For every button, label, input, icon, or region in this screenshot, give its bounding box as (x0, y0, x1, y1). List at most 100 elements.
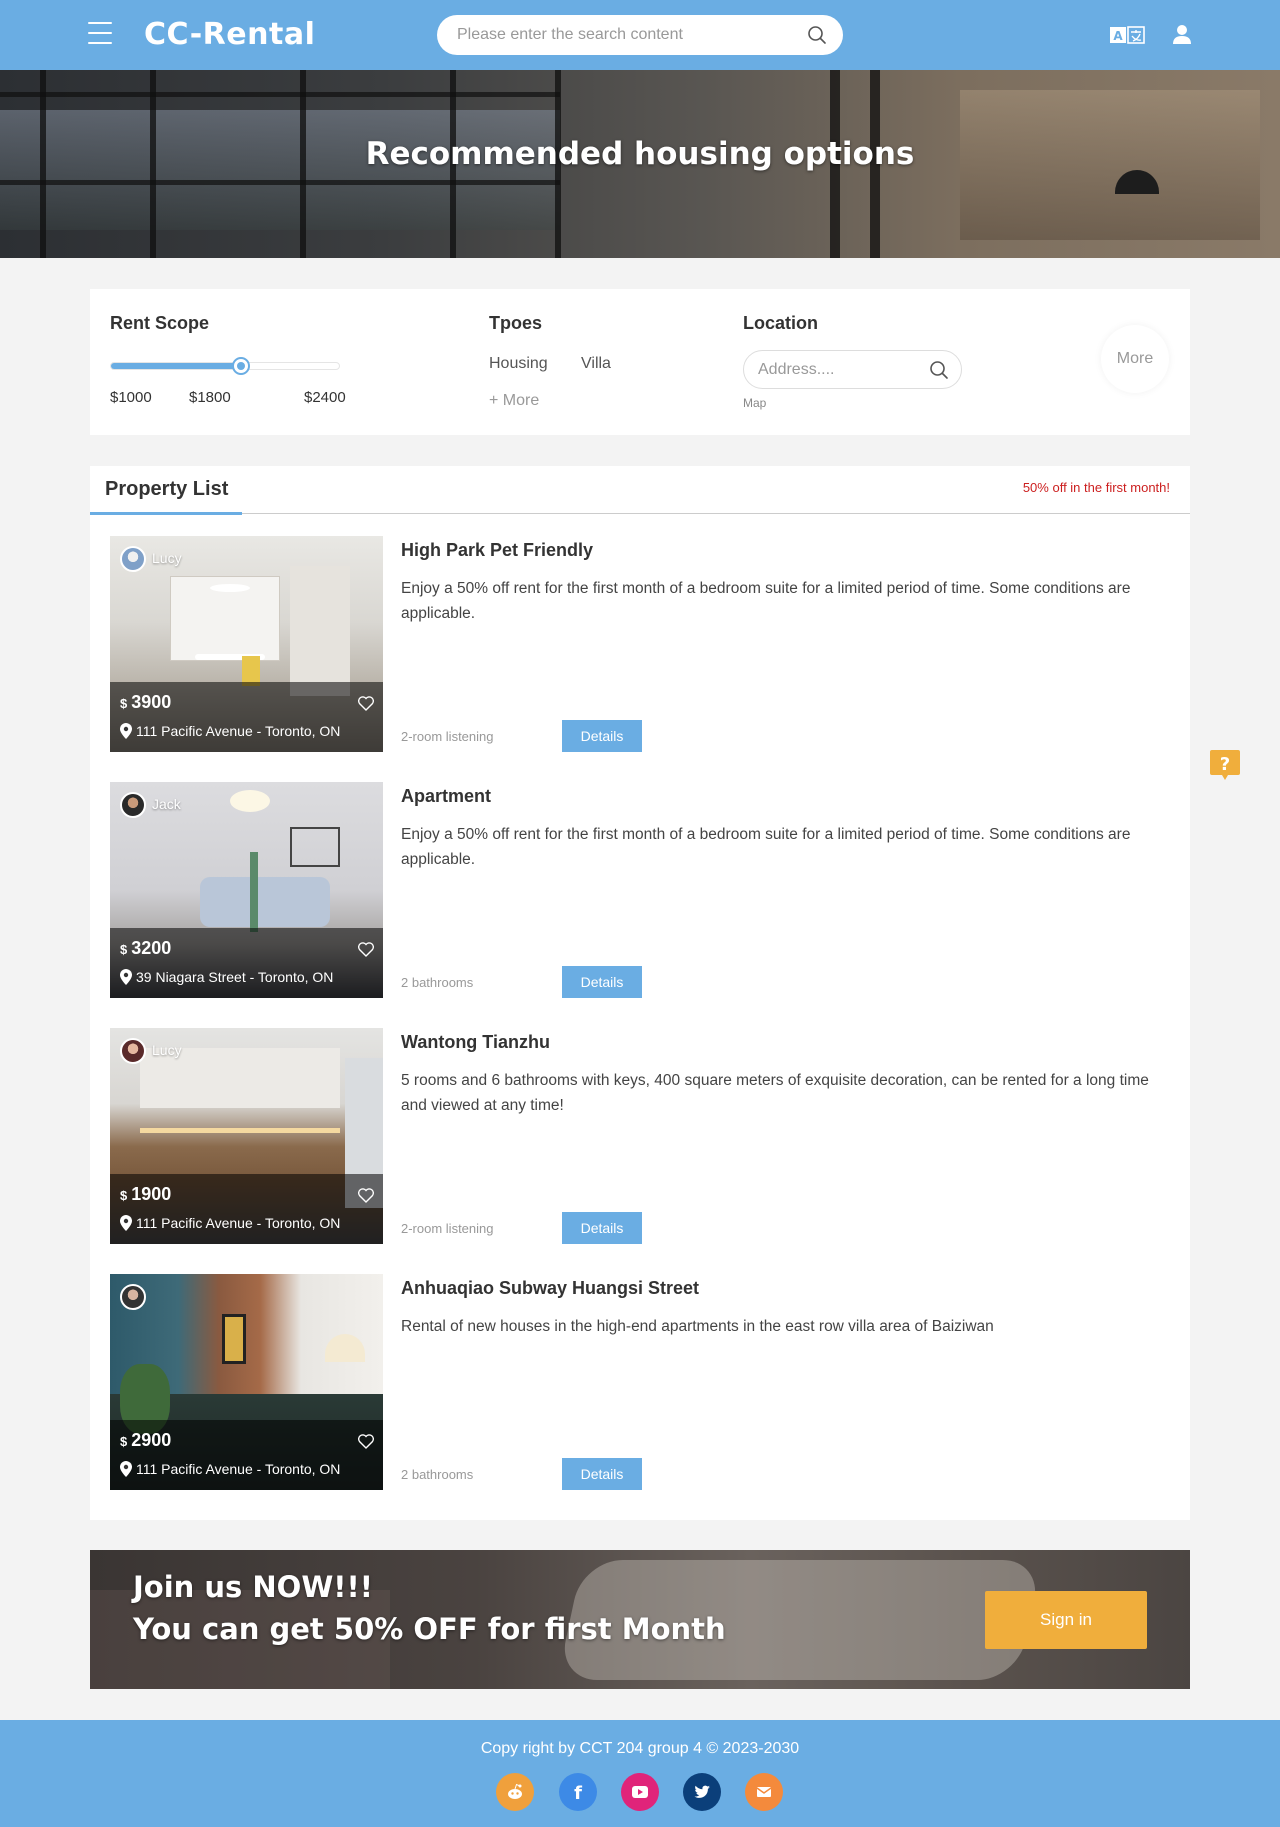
active-tab-indicator (90, 512, 242, 515)
address-search-box (743, 350, 962, 389)
hero-title: Recommended housing options (365, 136, 915, 172)
filter-panel: Rent Scope $1000 $1800 $2400 Tpoes Housi… (90, 289, 1190, 435)
join-promo-banner: Join us NOW!!! You can get 50% OFF for f… (90, 1550, 1190, 1689)
map-link[interactable]: Map (743, 396, 766, 410)
heart-icon[interactable] (357, 694, 375, 712)
property-photo[interactable]: Lucy $1900 111 Pacific Avenue - Toronto,… (110, 1028, 383, 1244)
search-icon[interactable] (929, 360, 949, 380)
currency-symbol: $ (120, 942, 128, 957)
price-overlay: $1900 111 Pacific Avenue - Toronto, ON (110, 1174, 383, 1244)
details-button[interactable]: Details (562, 1212, 642, 1244)
agent-avatar (120, 1284, 146, 1310)
address-input[interactable] (758, 351, 918, 388)
types-title: Tpoes (489, 313, 543, 333)
agent-name: Lucy (152, 550, 182, 566)
rent-range-slider[interactable] (110, 357, 340, 375)
property-tag: 2-room listening (401, 1221, 494, 1236)
translate-icon[interactable]: A (1109, 24, 1145, 46)
property-address: 111 Pacific Avenue - Toronto, ON (120, 1461, 340, 1477)
heart-icon[interactable] (357, 1432, 375, 1450)
property-tag: 2 bathrooms (401, 1467, 474, 1482)
heart-icon[interactable] (357, 940, 375, 958)
location-pin-icon (120, 723, 132, 739)
property-photo[interactable]: Lucy $3900 111 Pacific Avenue - Toronto,… (110, 536, 383, 752)
agent-avatar (120, 546, 146, 572)
property-description: Enjoy a 50% off rent for the first month… (401, 826, 1131, 868)
facebook-icon[interactable]: f (559, 1773, 597, 1811)
price-overlay: $3900 111 Pacific Avenue - Toronto, ON (110, 682, 383, 752)
address-text: 111 Pacific Avenue - Toronto, ON (136, 1461, 341, 1477)
help-question-icon[interactable]: ? (1209, 749, 1241, 781)
promo-text: 50% off in the first month! (1022, 480, 1170, 495)
property-card: Lucy $1900 111 Pacific Avenue - Toronto,… (110, 1028, 1170, 1244)
top-nav-bar: CC-Rental A (0, 0, 1280, 70)
location-pin-icon (120, 1461, 132, 1477)
svg-text:?: ? (1220, 754, 1230, 775)
property-description: Enjoy a 50% off rent for the first month… (401, 580, 1131, 622)
reddit-icon[interactable] (496, 1773, 534, 1811)
property-photo[interactable]: Jack $3200 39 Niagara Street - Toronto, … (110, 782, 383, 998)
property-card: Lucy $3900 111 Pacific Avenue - Toronto,… (110, 536, 1170, 752)
rent-scope-title: Rent Scope (110, 313, 210, 333)
property-card: $2900 111 Pacific Avenue - Toronto, ON A… (110, 1274, 1170, 1490)
brand-logo[interactable]: CC-Rental (144, 17, 315, 52)
property-price: $2900 (120, 1430, 171, 1451)
hamburger-menu-icon[interactable] (88, 22, 112, 46)
currency-symbol: $ (120, 1434, 128, 1449)
types-more-link[interactable]: + More (489, 392, 539, 410)
property-tag: 2-room listening (401, 729, 494, 744)
sign-in-button[interactable]: Sign in (985, 1591, 1147, 1649)
search-input[interactable] (457, 15, 787, 55)
property-list-title: Property List (105, 478, 229, 500)
divider (90, 513, 1190, 514)
property-price: $3200 (120, 938, 171, 959)
location-pin-icon (120, 1215, 132, 1231)
rent-tick-label: $1800 (189, 389, 231, 406)
price-value: 3200 (131, 938, 172, 958)
agent-avatar (120, 1038, 146, 1064)
details-button[interactable]: Details (562, 720, 642, 752)
agent-name: Jack (152, 796, 181, 812)
svg-text:f: f (574, 1783, 582, 1802)
hero-banner: Recommended housing options (0, 70, 1280, 258)
svg-text:A: A (1113, 29, 1123, 43)
details-button[interactable]: Details (562, 1458, 642, 1490)
property-address: 111 Pacific Avenue - Toronto, ON (120, 723, 340, 739)
search-icon[interactable] (807, 25, 827, 45)
currency-symbol: $ (120, 696, 128, 711)
price-overlay: $3200 39 Niagara Street - Toronto, ON (110, 928, 383, 998)
property-title[interactable]: Wantong Tianzhu (401, 1032, 550, 1053)
type-option-villa[interactable]: Villa (581, 355, 611, 373)
location-pin-icon (120, 969, 132, 985)
property-tag: 2 bathrooms (401, 975, 474, 990)
copyright-text: Copy right by CCT 204 group 4 © 2023-203… (480, 1740, 800, 1757)
hero-window-frame (0, 180, 560, 185)
youtube-icon[interactable] (621, 1773, 659, 1811)
rent-tick-label: $2400 (304, 389, 346, 406)
rent-tick-label: $1000 (110, 389, 152, 406)
property-price: $1900 (120, 1184, 171, 1205)
property-photo[interactable]: $2900 111 Pacific Avenue - Toronto, ON (110, 1274, 383, 1490)
hero-window-frame (0, 92, 560, 97)
price-overlay: $2900 111 Pacific Avenue - Toronto, ON (110, 1420, 383, 1490)
rent-slider-handle[interactable] (232, 357, 250, 375)
price-value: 1900 (131, 1184, 172, 1204)
type-option-housing[interactable]: Housing (489, 355, 548, 373)
more-filters-button[interactable]: More (1101, 325, 1169, 393)
address-text: 39 Niagara Street - Toronto, ON (136, 969, 334, 985)
property-card: Jack $3200 39 Niagara Street - Toronto, … (110, 782, 1170, 998)
property-title[interactable]: Apartment (401, 786, 491, 807)
rent-slider-fill (111, 363, 241, 369)
property-title[interactable]: High Park Pet Friendly (401, 540, 593, 561)
search-box (437, 15, 843, 55)
user-account-icon[interactable] (1170, 22, 1194, 46)
twitter-icon[interactable] (683, 1773, 721, 1811)
email-icon[interactable] (745, 1773, 783, 1811)
property-price: $3900 (120, 692, 171, 713)
property-address: 111 Pacific Avenue - Toronto, ON (120, 1215, 340, 1231)
property-title[interactable]: Anhuaqiao Subway Huangsi Street (401, 1278, 699, 1299)
address-text: 111 Pacific Avenue - Toronto, ON (136, 723, 341, 739)
heart-icon[interactable] (357, 1186, 375, 1204)
agent-name: Lucy (152, 1042, 182, 1058)
details-button[interactable]: Details (562, 966, 642, 998)
